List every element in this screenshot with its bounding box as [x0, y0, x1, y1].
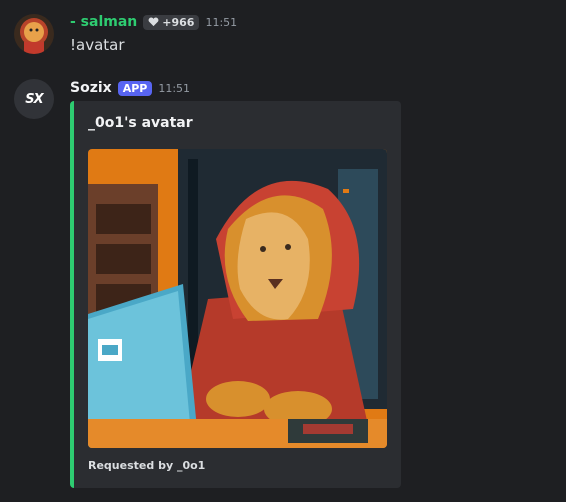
message-header: - salman +966 11:51 [70, 14, 237, 30]
heart-icon [148, 17, 159, 27]
embed-image[interactable] [88, 149, 387, 448]
message-header: Sozix APP 11:51 [70, 80, 190, 96]
bot-avatar[interactable]: SX [14, 79, 54, 119]
timestamp[interactable]: 11:51 [205, 16, 237, 29]
user-avatar[interactable] [14, 14, 54, 54]
avatar-illustration [88, 149, 387, 448]
username[interactable]: Sozix [70, 80, 112, 96]
timestamp[interactable]: 11:51 [158, 82, 190, 95]
username[interactable]: - salman [70, 14, 137, 30]
app-badge: APP [117, 80, 153, 96]
badge-count: +966 [162, 15, 195, 29]
user-badge[interactable]: +966 [143, 14, 200, 30]
embed-title: _0o1's avatar [88, 115, 193, 131]
avatar-image [14, 14, 54, 54]
embed-card: _0o1's avatar Requested by _0o1 [70, 101, 401, 488]
bot-avatar-text: SX [25, 91, 43, 107]
message-text: !avatar [70, 36, 125, 54]
embed-footer: Requested by _0o1 [88, 459, 206, 472]
